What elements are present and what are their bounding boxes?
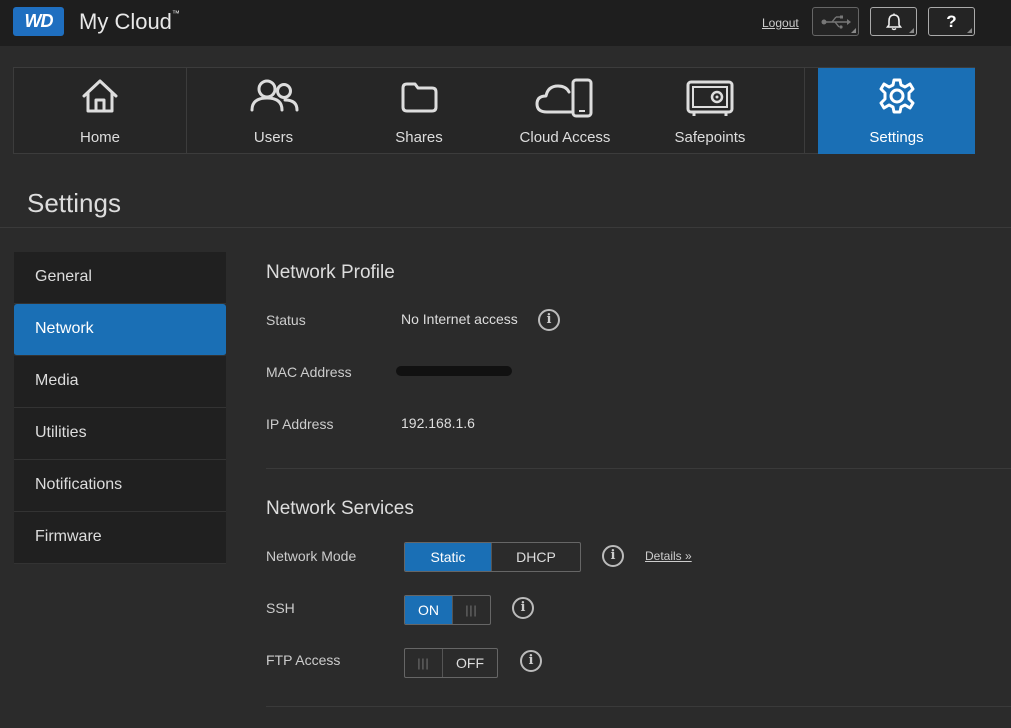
status-info-icon[interactable]: i (538, 309, 560, 331)
help-button[interactable]: ? (928, 7, 975, 36)
ssh-toggle[interactable]: ON ||| (404, 595, 491, 625)
main-nav: Home Users Shares Cloud Access Safepoint… (13, 67, 975, 154)
mac-address-redacted (396, 366, 512, 376)
users-icon (250, 79, 298, 112)
usb-icon (821, 15, 851, 29)
ftp-off-state: OFF (456, 655, 484, 671)
nav-home[interactable]: Home (14, 68, 186, 154)
page-title: Settings (27, 188, 121, 218)
sidebar-item-media[interactable]: Media (14, 356, 226, 408)
details-link[interactable]: Details » (645, 549, 692, 563)
status-value: No Internet access (401, 311, 518, 327)
gear-icon (879, 78, 914, 114)
notifications-button[interactable] (870, 7, 917, 36)
network-mode-toggle: Static DHCP (404, 542, 581, 572)
help-icon: ? (946, 11, 957, 31)
app-title: My Cloud™ (79, 9, 180, 34)
ftp-info-icon[interactable]: i (520, 650, 542, 672)
bell-icon (885, 13, 902, 30)
home-icon (82, 79, 118, 113)
nav-users-label: Users (253, 129, 294, 146)
nav-cloud-access-label: Cloud Access (519, 129, 611, 146)
sidebar-item-utilities[interactable]: Utilities (14, 408, 226, 460)
ssh-label: SSH (266, 600, 295, 616)
usb-button[interactable] (812, 7, 859, 36)
nav-users[interactable]: Users (187, 68, 360, 154)
settings-sidebar: General Network Media Utilities Notifica… (14, 252, 226, 564)
divider (0, 227, 1011, 228)
nav-home-label: Home (79, 129, 120, 146)
nav-cloud-access[interactable]: Cloud Access (494, 68, 636, 154)
ssh-on-state: ON (405, 596, 452, 624)
folder-icon (401, 82, 438, 113)
ip-address-value: 192.168.1.6 (401, 415, 475, 431)
ftp-access-label: FTP Access (266, 652, 341, 668)
nav-shares[interactable]: Shares (360, 68, 478, 154)
sidebar-item-firmware[interactable]: Firmware (14, 512, 226, 564)
nav-safepoints-label: Safepoints (674, 129, 746, 146)
mac-address-label: MAC Address (266, 364, 352, 380)
top-bar: WD My Cloud™ Logout ? (0, 0, 1011, 46)
sidebar-item-network[interactable]: Network (14, 304, 226, 356)
toggle-grip-icon: ||| (452, 596, 490, 624)
nav-shares-label: Shares (395, 129, 443, 146)
wd-logo: WD (13, 7, 64, 36)
status-label: Status (266, 312, 306, 328)
safe-icon (686, 80, 734, 116)
nav-settings-label: Settings (869, 129, 924, 146)
nav-safepoints[interactable]: Safepoints (650, 68, 770, 154)
logout-link[interactable]: Logout (762, 16, 799, 30)
network-mode-info-icon[interactable]: i (602, 545, 624, 567)
network-services-title: Network Services (266, 498, 414, 519)
sidebar-item-notifications[interactable]: Notifications (14, 460, 226, 512)
dhcp-option[interactable]: DHCP (491, 543, 580, 571)
nav-settings[interactable]: Settings (818, 68, 975, 154)
sidebar-item-general[interactable]: General (14, 252, 226, 304)
divider (266, 468, 1011, 469)
static-option[interactable]: Static (405, 543, 491, 571)
cloud-device-icon (535, 78, 593, 118)
network-mode-label: Network Mode (266, 548, 357, 564)
ssh-info-icon[interactable]: i (512, 597, 534, 619)
network-profile-title: Network Profile (266, 262, 395, 283)
ip-address-label: IP Address (266, 416, 334, 432)
divider (266, 706, 1011, 707)
toggle-grip-icon: ||| (405, 649, 443, 677)
ftp-toggle[interactable]: ||| OFF (404, 648, 498, 678)
